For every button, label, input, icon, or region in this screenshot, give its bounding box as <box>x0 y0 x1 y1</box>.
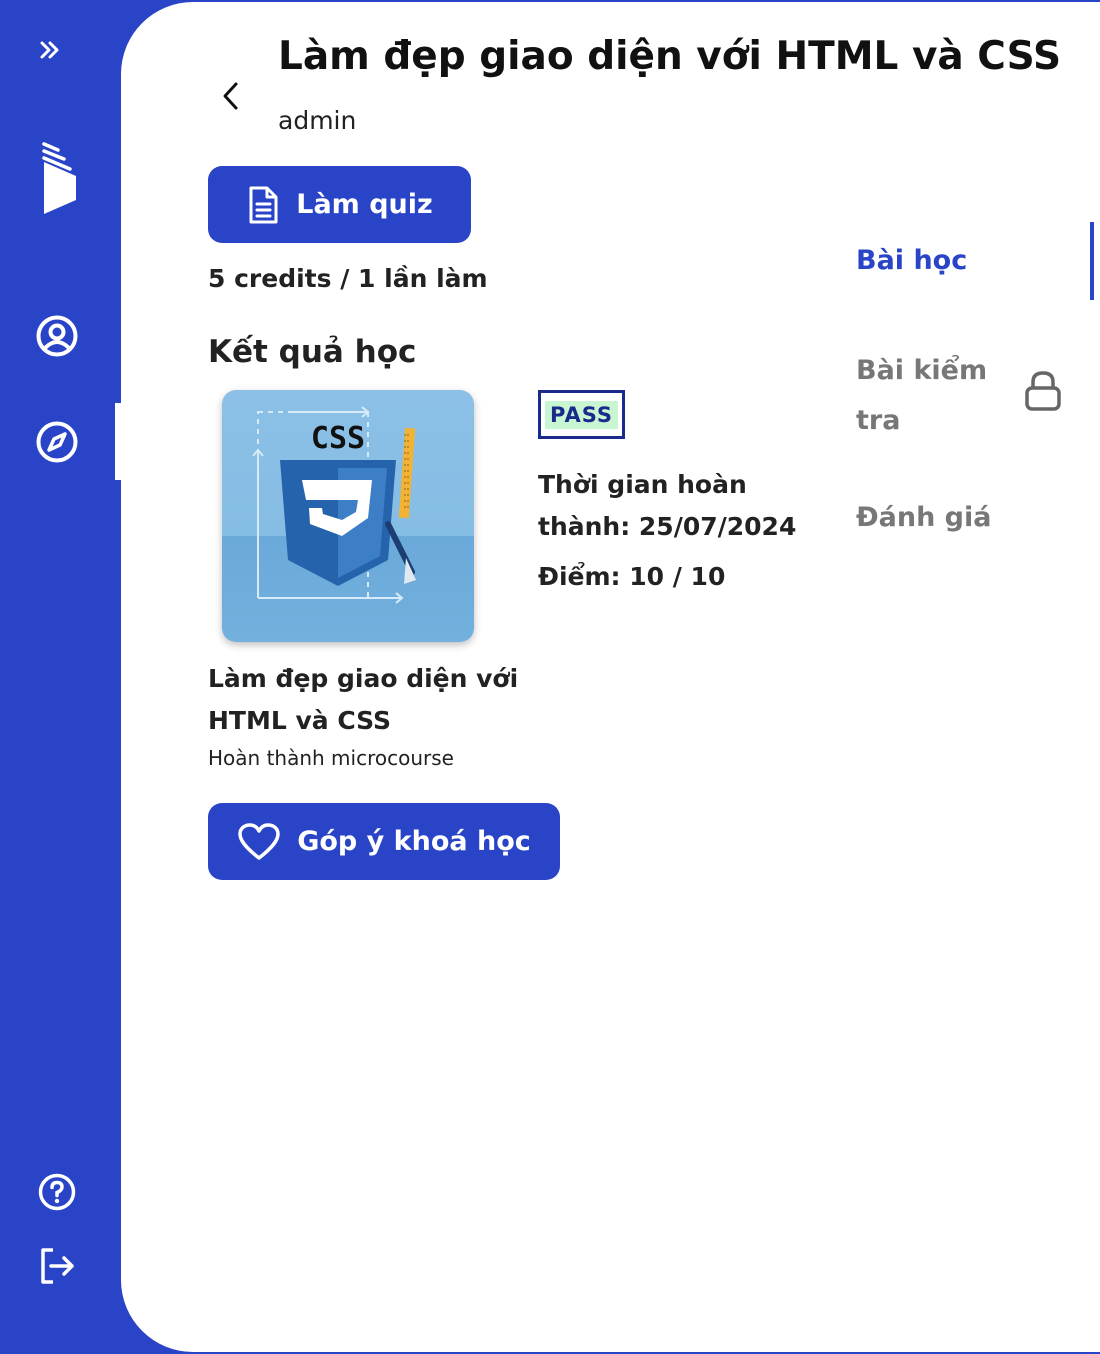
logout-icon[interactable] <box>33 1242 81 1290</box>
completion-date: Thời gian hoàn thành: 25/07/2024 <box>538 470 797 541</box>
course-thumbnail: CSS <box>222 390 474 642</box>
help-icon[interactable] <box>33 1168 81 1216</box>
tab-tests[interactable]: Bài kiểm tra <box>856 346 1006 446</box>
document-icon <box>249 186 278 223</box>
back-button[interactable] <box>213 76 249 116</box>
tab-review[interactable]: Đánh giá <box>856 502 992 533</box>
css3-logo-icon: CSS <box>252 406 416 604</box>
tab-lessons[interactable]: Bài học <box>856 245 967 276</box>
course-feedback-button[interactable]: Góp ý khoá học <box>208 803 560 880</box>
tab-active-indicator <box>1090 222 1094 300</box>
page-title: Làm đẹp giao diện với HTML và CSS <box>278 34 1062 79</box>
chevron-left-icon <box>223 82 238 110</box>
profile-icon[interactable] <box>33 312 81 360</box>
course-feedback-label: Góp ý khoá học <box>297 826 531 857</box>
course-name: Làm đẹp giao diện với HTML và CSS <box>208 664 519 735</box>
logo-icon[interactable] <box>36 140 80 216</box>
expand-sidebar-icon[interactable] <box>26 26 74 74</box>
course-description: Hoàn thành microcourse <box>208 746 454 770</box>
svg-text:CSS: CSS <box>311 421 365 456</box>
lock-icon <box>1021 369 1065 417</box>
take-quiz-label: Làm quiz <box>296 189 433 220</box>
heart-icon <box>238 822 280 860</box>
credits-text: 5 credits / 1 lần làm <box>208 264 488 293</box>
take-quiz-button[interactable]: Làm quiz <box>208 166 471 243</box>
compass-icon[interactable] <box>33 418 81 466</box>
results-section-title: Kết quả học <box>208 334 417 370</box>
status-badge: PASS <box>538 390 625 439</box>
sidebar <box>0 0 122 1354</box>
page-subtitle: admin <box>278 106 357 135</box>
status-badge-label: PASS <box>544 400 619 429</box>
score-text: Điểm: 10 / 10 <box>538 562 726 591</box>
main-panel: Làm đẹp giao diện với HTML và CSS admin … <box>121 2 1100 1352</box>
